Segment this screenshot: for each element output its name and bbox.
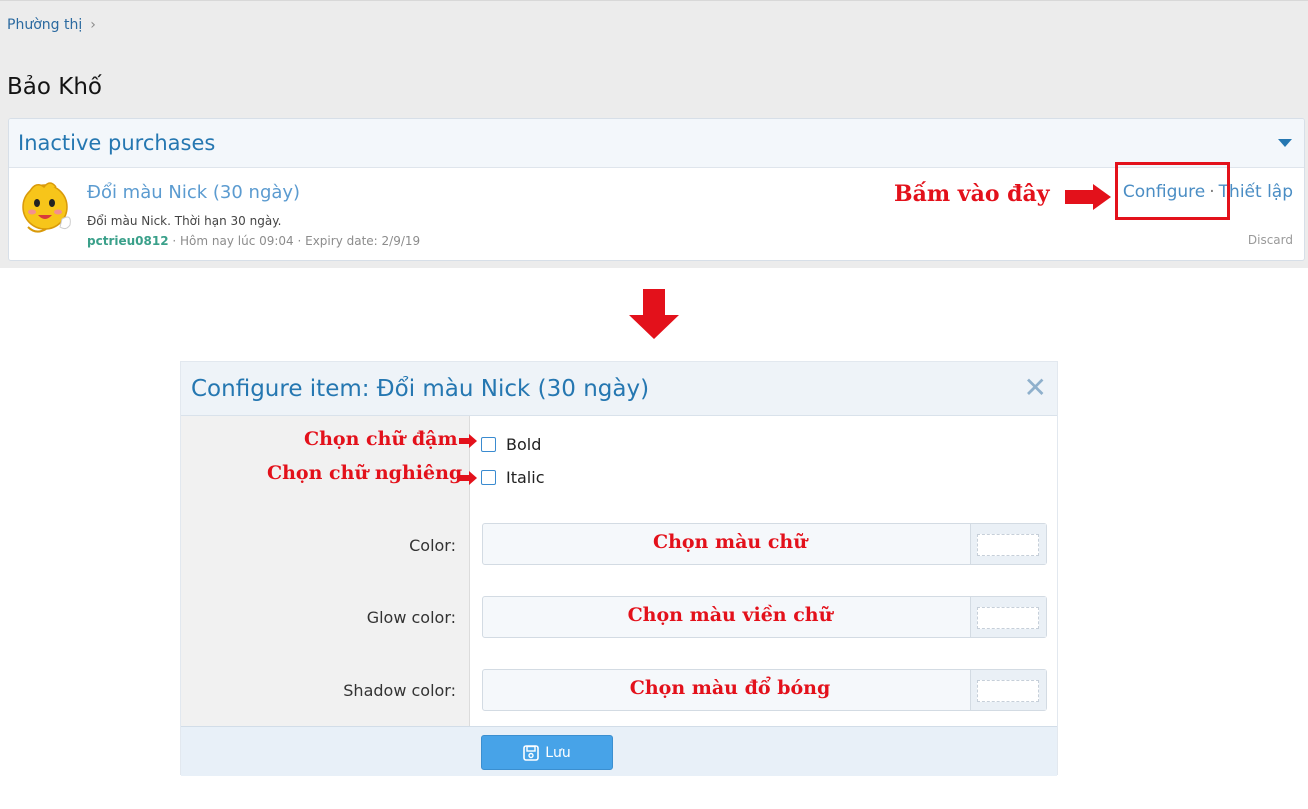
save-button-label: Lưu — [545, 744, 571, 761]
shadow-swatch[interactable] — [977, 680, 1039, 702]
dialog-footer: Lưu — [181, 726, 1057, 776]
configure-dialog: Configure item: Đổi màu Nick (30 ngày) ✕… — [180, 361, 1058, 776]
bold-checkbox[interactable] — [481, 437, 496, 452]
glow-color-input[interactable]: Chọn màu viền chữ — [482, 596, 1047, 638]
block-header[interactable]: Inactive purchases — [9, 119, 1304, 168]
color-input[interactable]: Chọn màu chữ — [482, 523, 1047, 565]
italic-option[interactable]: Italic — [481, 468, 544, 487]
save-button[interactable]: Lưu — [481, 735, 613, 770]
color-annotation: Chọn màu chữ — [652, 531, 808, 553]
item-title-link[interactable]: Đổi màu Nick (30 ngày) — [87, 182, 300, 203]
item-meta-details: · Hôm nay lúc 09:04 · Expiry date: 2/9/1… — [168, 234, 421, 248]
bold-label[interactable]: Bold — [506, 435, 541, 454]
shadow-annotation: Chọn màu đổ bóng — [629, 677, 831, 699]
dialog-header: Configure item: Đổi màu Nick (30 ngày) ✕ — [181, 362, 1057, 416]
bold-option[interactable]: Bold — [481, 435, 541, 454]
glow-annotation: Chọn màu viền chữ — [627, 604, 833, 626]
color-swatch[interactable] — [977, 534, 1039, 556]
click-here-annotation: Bấm vào đây — [894, 181, 1050, 207]
close-icon[interactable]: ✕ — [1024, 374, 1047, 402]
glow-swatch-area[interactable] — [970, 597, 1046, 637]
item-description: Đổi màu Nick. Thời hạn 30 ngày. — [87, 214, 282, 228]
avatar[interactable] — [16, 179, 74, 237]
breadcrumb: Phường thị › — [7, 17, 96, 33]
page-title: Bảo Khố — [7, 74, 102, 100]
color-label: Color: — [409, 536, 456, 555]
color-swatch-area[interactable] — [970, 524, 1046, 564]
glow-color-label: Glow color: — [366, 608, 456, 627]
italic-label[interactable]: Italic — [506, 468, 544, 487]
arrow-right-icon — [459, 434, 477, 448]
dialog-title: Configure item: Đổi màu Nick (30 ngày) — [191, 376, 650, 402]
breadcrumb-link[interactable]: Phường thị — [7, 17, 82, 33]
save-icon — [523, 744, 540, 761]
item-meta: pctrieu0812 · Hôm nay lúc 09:04 · Expiry… — [87, 234, 420, 248]
bold-annotation: Chọn chữ đậm — [304, 428, 458, 450]
username-link[interactable]: pctrieu0812 — [87, 234, 169, 248]
arrow-right-icon — [459, 471, 477, 485]
block-header-title[interactable]: Inactive purchases — [18, 131, 215, 155]
page-background: Phường thị › Bảo Khố Inactive purchases … — [0, 0, 1308, 268]
shadow-color-label: Shadow color: — [343, 681, 456, 700]
arrow-right-icon — [1065, 184, 1111, 210]
discard-link[interactable]: Discard — [1248, 233, 1293, 247]
glow-swatch[interactable] — [977, 607, 1039, 629]
collapse-toggle-icon[interactable] — [1278, 139, 1292, 147]
shadow-color-input[interactable]: Chọn màu đổ bóng — [482, 669, 1047, 711]
shadow-swatch-area[interactable] — [970, 670, 1046, 710]
italic-annotation: Chọn chữ nghiêng — [267, 462, 463, 484]
chevron-right-icon: › — [90, 17, 96, 33]
arrow-down-icon — [629, 289, 679, 339]
italic-checkbox[interactable] — [481, 470, 496, 485]
highlight-box — [1115, 162, 1230, 220]
purchase-row: Đổi màu Nick (30 ngày) Đổi màu Nick. Thờ… — [9, 168, 1304, 260]
